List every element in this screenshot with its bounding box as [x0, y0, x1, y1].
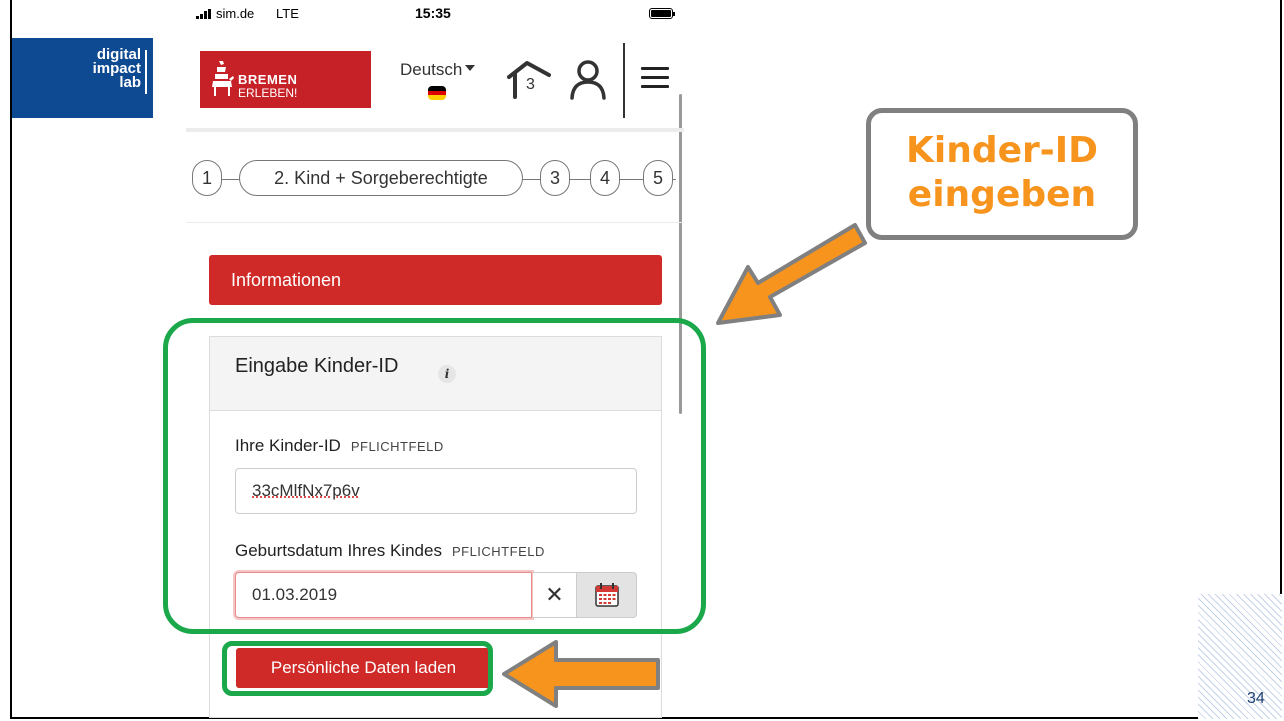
caret-down-icon [465, 64, 476, 71]
callout-line-1: Kinder-ID [905, 130, 1099, 171]
page-corner-pattern [1198, 594, 1282, 719]
logo-bar [145, 50, 147, 94]
step-2-active[interactable]: 2. Kind + Sorgeberechtigte [239, 160, 523, 196]
logo-text: digital impact lab [93, 47, 141, 91]
digital-impact-lab-logo: digital impact lab [12, 38, 153, 118]
home-count: 3 [526, 76, 535, 93]
highlight-frame-button [222, 641, 493, 696]
town-musicians-icon [212, 61, 234, 96]
status-time: 15:35 [415, 5, 451, 21]
menu-icon[interactable] [641, 65, 669, 91]
progress-stepper: 1 2. Kind + Sorgeberechtigte 3 4 5 [192, 160, 682, 198]
callout-box: Kinder-ID eingeben [866, 108, 1138, 240]
informationen-button[interactable]: Informationen [209, 255, 662, 305]
language-select[interactable]: Deutsch [400, 60, 476, 80]
battery-icon [649, 8, 675, 19]
brand-line-2: ERLEBEN! [238, 86, 298, 100]
language-label: Deutsch [400, 60, 463, 79]
user-icon[interactable] [569, 58, 607, 100]
network-type: LTE [276, 6, 299, 21]
step-5[interactable]: 5 [643, 160, 673, 196]
step-3[interactable]: 3 [540, 160, 570, 196]
carrier-name: sim.de [216, 6, 255, 21]
step-1[interactable]: 1 [192, 160, 222, 196]
brand-line-1: BREMEN [238, 72, 298, 87]
highlight-frame-card [163, 318, 706, 634]
phone-status-bar: sim.de LTE 15:35 [186, 0, 684, 26]
nav-divider [623, 43, 625, 118]
page-number: 34 [1247, 690, 1265, 707]
arrow-to-card [716, 223, 867, 325]
bremen-erleben-logo[interactable]: BREMEN ERLEBEN! [200, 51, 371, 108]
german-flag-icon [428, 86, 446, 100]
stepper-divider [186, 222, 684, 223]
signal-icon [196, 9, 212, 19]
logo-line-3: lab [119, 74, 141, 91]
arrow-to-button [502, 640, 660, 708]
step-4[interactable]: 4 [590, 160, 620, 196]
callout-line-2: eingeben [907, 174, 1097, 215]
header-divider [186, 128, 684, 132]
